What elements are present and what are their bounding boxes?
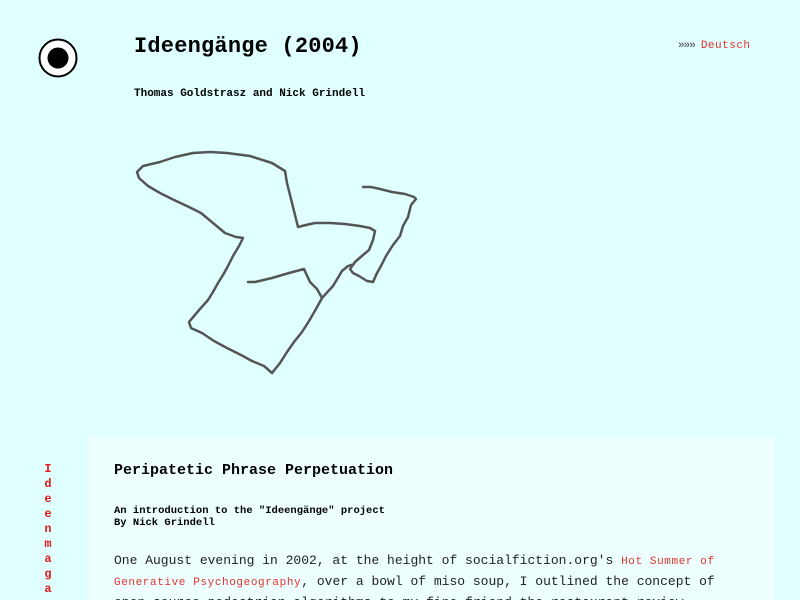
page-title: Ideengänge (2004): [134, 34, 362, 59]
language-switch: »»» Deutsch: [678, 40, 751, 52]
side-nav-letter: e: [44, 492, 52, 506]
walk-route-drawing: [135, 150, 418, 375]
side-nav-letter: e: [44, 507, 52, 521]
logo-target-icon[interactable]: [38, 38, 78, 78]
side-nav-letter: g: [44, 567, 52, 581]
article-paragraph: One August evening in 2002, at the heigh…: [114, 551, 754, 600]
paragraph-text-start: One August evening in 2002, at the heigh…: [114, 553, 622, 568]
article-heading: Peripatetic Phrase Perpetuation: [114, 462, 394, 479]
side-nav-letter: I: [44, 462, 52, 476]
authors-line: Thomas Goldstrasz and Nick Grindell: [134, 88, 366, 100]
article-byline: By Nick Grindell: [114, 517, 215, 529]
side-nav-letter: a: [44, 552, 52, 566]
article-subtitle: An introduction to the "Ideengänge" proj…: [114, 505, 385, 517]
page: Ideengänge (2004) Thomas Goldstrasz and …: [0, 0, 800, 600]
side-nav-letter: a: [44, 582, 52, 596]
side-nav-letter: d: [44, 477, 52, 491]
side-nav-ideenmaga[interactable]: I d e e n m a g a: [42, 462, 54, 597]
article-panel: Peripatetic Phrase Perpetuation An intro…: [88, 436, 774, 600]
side-nav-letter: m: [44, 537, 52, 551]
language-arrows: »»»: [678, 40, 696, 52]
side-nav-letter: n: [44, 522, 52, 536]
article-intro: An introduction to the "Ideengänge" proj…: [114, 505, 385, 529]
language-link-deutsch[interactable]: Deutsch: [701, 40, 751, 52]
route-path: [135, 150, 418, 375]
